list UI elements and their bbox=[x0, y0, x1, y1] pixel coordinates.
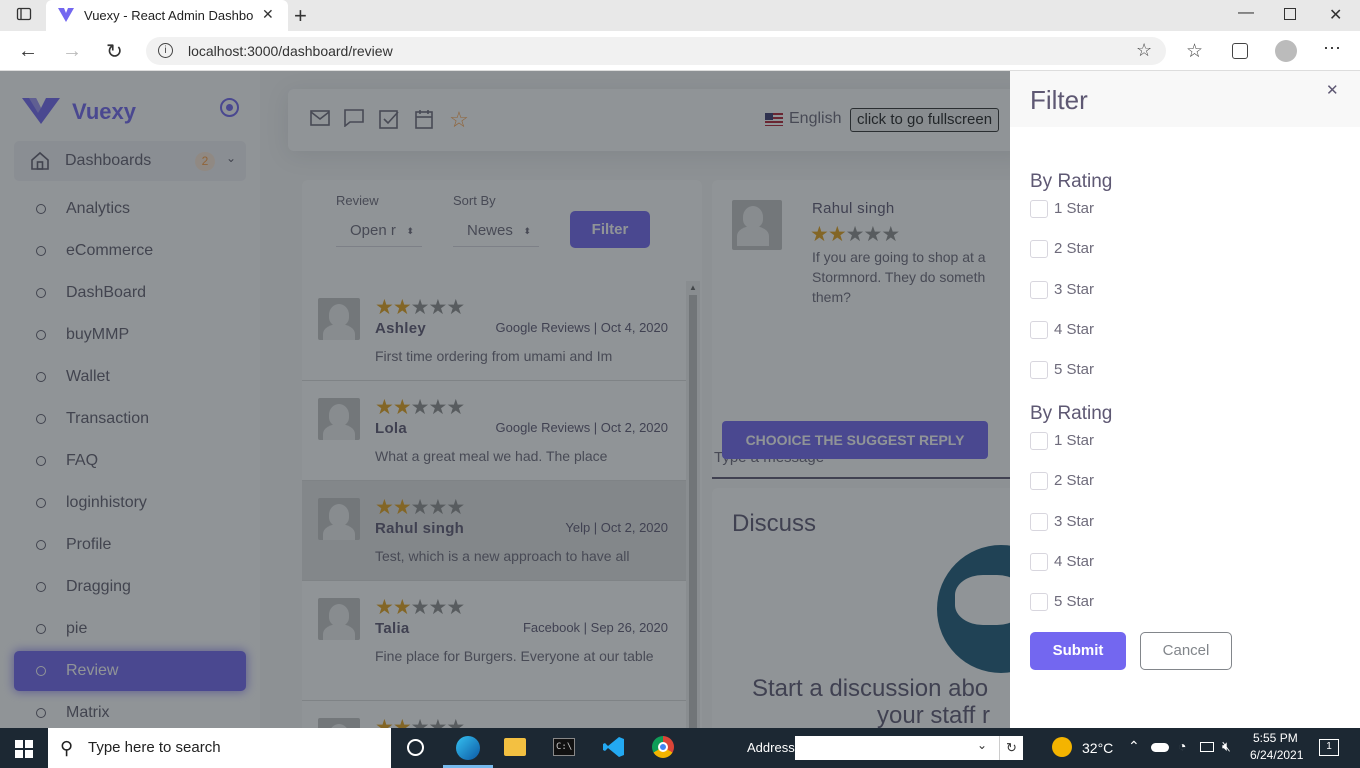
rating-checkbox[interactable] bbox=[1030, 512, 1048, 531]
rating-checkbox[interactable] bbox=[1030, 320, 1048, 339]
rating-checkbox[interactable] bbox=[1030, 240, 1048, 259]
url-field[interactable]: i localhost:3000/dashboard/review ☆ bbox=[146, 37, 1166, 65]
rating-checkbox-label[interactable]: 5 Star bbox=[1054, 593, 1094, 610]
taskbar-search-box[interactable]: ⚲ Type here to search bbox=[48, 728, 391, 768]
restore-icon[interactable] bbox=[1284, 8, 1296, 20]
terminal-icon[interactable]: C:\ bbox=[553, 738, 575, 756]
rating-checkbox-label[interactable]: 4 Star bbox=[1054, 553, 1094, 570]
rating-checkbox[interactable] bbox=[1030, 361, 1048, 380]
file-explorer-icon[interactable] bbox=[504, 738, 526, 756]
close-icon[interactable]: ✕ bbox=[1326, 81, 1339, 99]
rating-checkbox[interactable] bbox=[1030, 280, 1048, 299]
onedrive-icon[interactable] bbox=[1151, 743, 1169, 752]
minimize-icon[interactable]: — bbox=[1238, 4, 1254, 22]
rating-section-title-1: By Rating bbox=[1030, 171, 1113, 192]
address-go-icon[interactable]: ↻ bbox=[999, 736, 1023, 760]
windows-start-icon[interactable] bbox=[15, 740, 33, 763]
clock-date[interactable]: 6/24/2021 bbox=[1250, 748, 1303, 762]
collections-icon[interactable] bbox=[1232, 43, 1248, 59]
modal-overlay[interactable] bbox=[0, 71, 1010, 728]
tab-title: Vuexy - React Admin Dashboard bbox=[84, 8, 254, 23]
filter-panel: Filter ✕ By Rating By Rating Submit Canc… bbox=[1010, 71, 1360, 728]
rating-checkbox[interactable] bbox=[1030, 472, 1048, 491]
profile-avatar-icon[interactable] bbox=[1275, 40, 1297, 62]
network-icon[interactable]: ◔ bbox=[1178, 738, 1186, 754]
rating-checkbox-label[interactable]: 4 Star bbox=[1054, 321, 1094, 338]
windows-taskbar: ⚲ Type here to search C:\ Address ⌄ ↻ 32… bbox=[0, 728, 1360, 768]
rating-checkbox[interactable] bbox=[1030, 432, 1048, 450]
rating-checkbox-label[interactable]: 2 Star bbox=[1054, 240, 1094, 257]
close-tab-icon[interactable]: ✕ bbox=[262, 6, 274, 23]
more-options-icon[interactable]: ⋯ bbox=[1323, 38, 1341, 59]
add-favorite-icon[interactable]: ☆ bbox=[1136, 40, 1152, 61]
new-tab-icon[interactable]: + bbox=[294, 3, 307, 29]
browser-tab-bar: Vuexy - React Admin Dashboard ✕ + — ✕ bbox=[0, 0, 1360, 31]
rating-checkbox-label[interactable]: 5 Star bbox=[1054, 361, 1094, 378]
tab-actions-icon[interactable] bbox=[14, 6, 34, 26]
vscode-icon[interactable] bbox=[603, 736, 625, 763]
forward-icon[interactable]: → bbox=[62, 40, 82, 63]
rating-checkbox[interactable] bbox=[1030, 552, 1048, 571]
chrome-icon[interactable] bbox=[652, 736, 674, 758]
favorites-icon[interactable]: ☆ bbox=[1186, 40, 1203, 63]
back-icon[interactable]: ← bbox=[18, 40, 38, 63]
battery-icon[interactable] bbox=[1200, 742, 1214, 752]
notifications-icon[interactable]: 1 bbox=[1319, 739, 1339, 756]
edge-icon[interactable] bbox=[456, 736, 480, 760]
search-icon: ⚲ bbox=[60, 738, 74, 758]
volume-muted-icon[interactable]: 🔇︎ bbox=[1222, 738, 1231, 755]
cortana-icon[interactable] bbox=[407, 739, 424, 756]
close-window-icon[interactable]: ✕ bbox=[1329, 5, 1342, 25]
rating-checkbox-label[interactable]: 1 Star bbox=[1054, 432, 1094, 449]
rating-checkbox-label[interactable]: 2 Star bbox=[1054, 472, 1094, 489]
url-text: localhost:3000/dashboard/review bbox=[188, 43, 393, 59]
info-icon[interactable]: i bbox=[158, 43, 173, 58]
rating-checkbox-label[interactable]: 1 Star bbox=[1054, 200, 1094, 217]
weather-icon[interactable] bbox=[1052, 737, 1072, 757]
rating-section-title-2: By Rating bbox=[1030, 403, 1113, 424]
reload-icon[interactable]: ↻ bbox=[106, 39, 123, 64]
chevron-down-icon[interactable]: ⌄ bbox=[977, 738, 987, 752]
filter-title: Filter bbox=[1030, 85, 1088, 115]
cancel-button[interactable]: Cancel bbox=[1140, 632, 1232, 670]
submit-button[interactable]: Submit bbox=[1030, 632, 1126, 670]
browser-tab[interactable]: Vuexy - React Admin Dashboard ✕ bbox=[46, 0, 288, 31]
taskbar-search-placeholder: Type here to search bbox=[88, 739, 221, 756]
address-toolbar-label: Address bbox=[747, 740, 795, 755]
rating-checkbox[interactable] bbox=[1030, 200, 1048, 218]
show-hidden-icons-icon[interactable]: ⌃ bbox=[1128, 738, 1140, 755]
rating-checkbox-label[interactable]: 3 Star bbox=[1054, 281, 1094, 298]
address-toolbar-input[interactable]: ⌄ bbox=[795, 736, 999, 760]
filter-header: Filter ✕ bbox=[1010, 71, 1360, 127]
vuexy-favicon-icon bbox=[58, 8, 74, 27]
rating-checkbox-label[interactable]: 3 Star bbox=[1054, 513, 1094, 530]
clock-time[interactable]: 5:55 PM bbox=[1253, 731, 1298, 745]
temperature[interactable]: 32°C bbox=[1082, 740, 1113, 756]
rating-checkbox[interactable] bbox=[1030, 593, 1048, 612]
